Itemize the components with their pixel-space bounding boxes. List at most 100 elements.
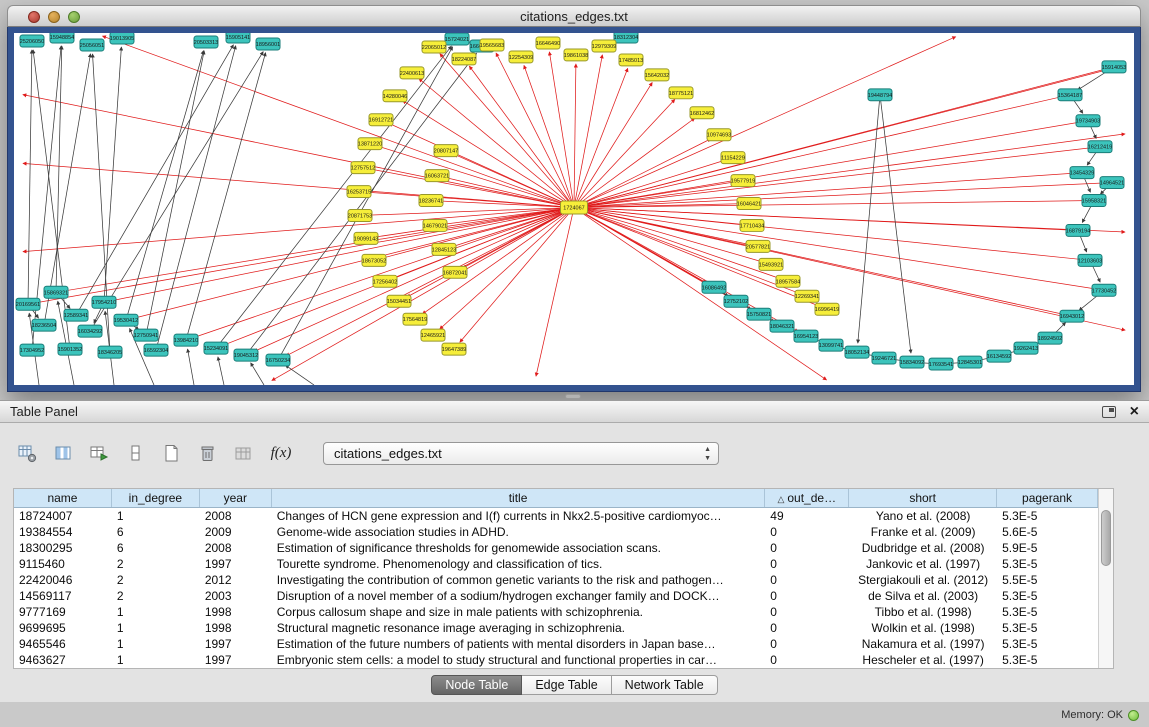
graph-edge[interactable] — [23, 95, 574, 208]
graph-node[interactable]: 16943012 — [1060, 310, 1084, 322]
graph-node[interactable]: 16912721 — [369, 114, 393, 126]
graph-node[interactable]: 15901352 — [58, 343, 82, 355]
graph-node[interactable]: 18956001 — [256, 38, 280, 50]
graph-edge[interactable] — [379, 146, 574, 207]
graph-node[interactable]: 17304952 — [20, 344, 44, 356]
graph-node[interactable]: 19530412 — [114, 314, 138, 326]
graph-node[interactable]: 13099741 — [819, 339, 843, 351]
column-header-pagerank[interactable]: pagerank — [997, 489, 1098, 507]
graph-node[interactable]: 19647389 — [442, 343, 466, 355]
graph-node[interactable]: 11154229 — [721, 152, 745, 164]
graph-edge[interactable] — [574, 208, 1125, 233]
graph-edge[interactable] — [574, 139, 711, 208]
graph-node[interactable]: 10974693 — [707, 129, 731, 141]
graph-node[interactable]: 12254309 — [509, 51, 533, 63]
show-columns-icon[interactable] — [50, 440, 77, 467]
graph-edge[interactable] — [135, 208, 574, 318]
graph-node[interactable]: 18236741 — [419, 195, 443, 207]
tab-network-table[interactable]: Network Table — [612, 675, 718, 695]
graph-node[interactable]: 12845123 — [432, 243, 456, 255]
table-row[interactable]: 946554611997Estimation of the future num… — [14, 636, 1098, 652]
graph-edge[interactable] — [574, 68, 628, 207]
function-builder-button[interactable]: f(x) — [266, 440, 296, 467]
graph-node[interactable]: 19861038 — [564, 49, 588, 61]
graph-node[interactable]: 18224087 — [452, 53, 476, 65]
tab-edge-table[interactable]: Edge Table — [522, 675, 611, 695]
graph-node[interactable]: 19246721 — [872, 352, 896, 364]
graph-node[interactable]: 16812462 — [690, 107, 714, 119]
graph-edge[interactable] — [574, 208, 1125, 331]
table-row[interactable]: 1830029562008Estimation of significance … — [14, 540, 1098, 556]
graph-node[interactable]: 16954123 — [794, 330, 818, 342]
import-table-icon[interactable] — [230, 440, 257, 467]
graph-node[interactable]: 18957584 — [776, 275, 800, 287]
graph-edge[interactable] — [880, 95, 911, 353]
graph-node[interactable]: 12752102 — [724, 295, 748, 307]
graph-node[interactable]: 17485013 — [619, 54, 643, 66]
graph-node[interactable]: 16879194 — [1066, 224, 1090, 236]
graph-node[interactable]: 18775121 — [669, 87, 693, 99]
graph-edge[interactable] — [272, 208, 574, 381]
table-scrollbar[interactable] — [1098, 489, 1113, 668]
graph-node[interactable]: 12103603 — [1078, 254, 1102, 266]
graph-node[interactable]: 16134592 — [987, 350, 1011, 362]
close-panel-icon[interactable]: × — [1130, 405, 1139, 419]
delete-table-icon[interactable] — [194, 440, 221, 467]
graph-node[interactable]: 15234091 — [204, 342, 228, 354]
graph-node[interactable]: 15948854 — [50, 33, 74, 43]
graph-edge[interactable] — [28, 50, 32, 304]
graph-edge[interactable] — [218, 357, 224, 385]
graph-edge[interactable] — [574, 160, 724, 207]
graph-node[interactable]: 19262413 — [1014, 342, 1038, 354]
graph-edge[interactable] — [469, 66, 574, 207]
graph-edge[interactable] — [188, 349, 194, 385]
graph-edge[interactable] — [536, 208, 574, 377]
edit-columns-icon[interactable] — [86, 440, 113, 467]
graph-node[interactable]: 16750234 — [266, 354, 290, 366]
network-canvas[interactable]: 2520605015948854250560511901390520503313… — [14, 33, 1134, 385]
table-row[interactable]: 969969511998Structural magnetic resonanc… — [14, 620, 1098, 636]
graph-node[interactable]: 19099143 — [354, 232, 378, 244]
table-row[interactable]: 1938455462009Genome-wide association stu… — [14, 524, 1098, 540]
graph-node[interactable]: 18924502 — [1038, 332, 1062, 344]
graph-node[interactable]: 16996419 — [815, 303, 839, 315]
graph-node[interactable]: 18236504 — [32, 319, 56, 331]
column-header-out_degree[interactable]: △out_de… — [765, 489, 849, 507]
graph-node[interactable]: 12979309 — [592, 40, 616, 52]
graph-node[interactable]: 16872041 — [443, 266, 467, 278]
graph-node[interactable]: 12845301 — [958, 356, 982, 368]
minimize-button[interactable] — [48, 11, 60, 23]
column-header-short[interactable]: short — [849, 489, 997, 507]
graph-node[interactable]: 17564819 — [403, 313, 427, 325]
graph-node[interactable]: 15034451 — [387, 295, 411, 307]
rows-icon[interactable] — [122, 440, 149, 467]
table-row[interactable]: 911546021997Tourette syndrome. Phenomeno… — [14, 556, 1098, 572]
graph-node[interactable]: 16212419 — [1088, 141, 1112, 153]
graph-node[interactable]: 17710434 — [740, 219, 764, 231]
graph-node[interactable]: 17730452 — [1092, 284, 1116, 296]
graph-edge[interactable] — [216, 46, 451, 348]
graph-edge[interactable] — [186, 53, 266, 341]
graph-node[interactable]: 14679021 — [423, 219, 447, 231]
float-panel-icon[interactable] — [1102, 406, 1116, 418]
graph-node[interactable]: 16063721 — [425, 170, 449, 182]
graph-node[interactable]: 19734903 — [1076, 115, 1100, 127]
table-row[interactable]: 946362711997Embryonic stem cells: a mode… — [14, 652, 1098, 668]
graph-node[interactable]: 18312304 — [614, 33, 638, 43]
table-row[interactable]: 1872400712008Changes of HCN gene express… — [14, 508, 1098, 524]
graph-node[interactable]: 15493921 — [759, 258, 783, 270]
graph-node[interactable]: 19565683 — [480, 39, 504, 51]
graph-edge[interactable] — [574, 122, 1079, 207]
graph-node[interactable]: 14280046 — [383, 90, 407, 102]
graph-node[interactable]: 17256402 — [373, 275, 397, 287]
graph-node[interactable]: 15642032 — [645, 69, 669, 81]
graph-hub-node[interactable]: 1724067 — [561, 201, 588, 214]
graph-node[interactable]: 15958321 — [1082, 195, 1106, 207]
table-chooser-combobox[interactable]: citations_edges.txt ▲▼ — [323, 442, 719, 465]
graph-node[interactable]: 16592304 — [144, 344, 168, 356]
graph-node[interactable]: 20169561 — [16, 298, 40, 310]
graph-edge[interactable] — [460, 208, 574, 343]
table-scrollbar-thumb[interactable] — [1101, 510, 1111, 566]
column-header-name[interactable]: name — [14, 489, 112, 507]
close-button[interactable] — [28, 11, 40, 23]
